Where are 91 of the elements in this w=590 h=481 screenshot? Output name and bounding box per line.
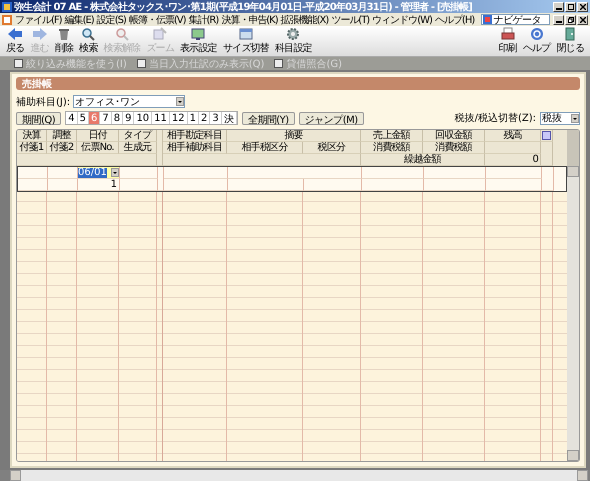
column-header: 決算	[17, 130, 47, 142]
month-tab[interactable]: 2	[199, 112, 210, 124]
column-header: 回収金額	[423, 130, 485, 142]
tax-mode-label: 税抜/税込切替(Z):	[454, 112, 536, 125]
table-cell	[164, 167, 228, 179]
month-tab[interactable]: 決	[222, 112, 237, 124]
gear-icon	[286, 27, 300, 41]
toolbar-button[interactable]: サイズ切替	[220, 27, 271, 55]
maximize-button[interactable]	[565, 2, 576, 12]
month-tab[interactable]: 4	[66, 112, 78, 124]
month-tab[interactable]: 9	[123, 112, 134, 124]
toolbar-button[interactable]: 閉じる	[554, 27, 586, 55]
display-icon	[191, 27, 206, 41]
column-header: 消費税額	[423, 142, 485, 154]
month-tab[interactable]: 11	[152, 112, 170, 124]
toolbar-button[interactable]: 削除	[52, 27, 76, 55]
menu-item[interactable]: 帳簿・伝票(V)	[128, 12, 186, 26]
table-cell	[485, 142, 541, 154]
menu-item[interactable]: 設定(S)	[96, 12, 126, 26]
sub-account-dropdown[interactable]: オフィス･ワン	[73, 95, 186, 108]
column-header: 伝票No.	[77, 142, 119, 154]
jump-button[interactable]: ジャンプ(M)	[298, 112, 364, 124]
zoom-icon	[153, 27, 168, 41]
maximize-icon	[568, 4, 574, 10]
close-button[interactable]	[577, 2, 588, 12]
menu-item[interactable]: 集計(R)	[188, 12, 218, 26]
window-icon	[238, 27, 253, 41]
navigator-button[interactable]: ナビゲータ	[480, 14, 550, 25]
period-button[interactable]: 期間(Q)	[16, 112, 62, 124]
checkbox-label: 絞り込み機能を使う(I)	[26, 58, 127, 70]
toolbar-button[interactable]: 印刷	[496, 27, 519, 55]
minimize-button[interactable]	[553, 14, 564, 24]
close-icon	[580, 4, 586, 10]
close-icon	[580, 16, 586, 22]
printer-icon	[500, 27, 515, 41]
memo-icon[interactable]	[542, 131, 551, 140]
column-header: 付箋1	[17, 142, 47, 154]
trash-icon	[57, 27, 72, 41]
navigator-icon	[482, 15, 492, 24]
menu-item[interactable]: ヘルプ(H)	[434, 12, 474, 26]
sub-account-label: 補助科目(J):	[16, 96, 70, 108]
toolbar-button[interactable]: 戻る	[4, 27, 26, 55]
column-header: 消費税額	[361, 142, 423, 154]
table-cell: 1	[110, 179, 117, 190]
month-tab[interactable]: 5	[78, 112, 89, 124]
column-header: 相手税区分	[227, 142, 303, 154]
table-cell	[486, 167, 542, 179]
window-title: 弥生会計 07 AE - 株式会社タックス･ワン･第1期(平成19年04月01日-平成20年03月31日) - 管理者 - [売掛帳]	[14, 0, 474, 14]
help-icon	[530, 27, 544, 41]
door-icon	[563, 27, 578, 41]
checkbox-label: 貸借照合(G)	[286, 58, 342, 70]
column-header: 生成元	[119, 142, 157, 154]
date-field[interactable]: 06/01	[78, 167, 119, 178]
toolbar-button[interactable]: 検索	[77, 27, 100, 55]
right-arrow-icon	[32, 27, 48, 41]
column-header: 売上金額	[361, 130, 423, 142]
restore-button[interactable]	[565, 14, 576, 24]
all-period-button[interactable]: 全期間(Y)	[242, 112, 295, 124]
table-cell	[362, 167, 424, 179]
restore-icon	[568, 16, 574, 22]
menu-item[interactable]: ファイル(F)	[15, 12, 62, 26]
column-header: 相手補助科目	[163, 142, 227, 154]
checkbox-label: 当日入力仕訳のみ表示(Q)	[148, 58, 264, 70]
app-icon	[2, 2, 12, 12]
column-header: 日付	[77, 130, 119, 142]
menu-item[interactable]: 拡張機能(X)	[280, 12, 328, 26]
toolbar-button[interactable]: 表示設定	[178, 27, 219, 55]
month-tab[interactable]: 10	[134, 112, 152, 124]
search-icon	[81, 27, 96, 41]
search-icon	[115, 27, 130, 41]
month-tab[interactable]: 12	[170, 112, 188, 124]
tax-mode-dropdown[interactable]: 税抜	[540, 112, 580, 124]
menu-item[interactable]: ウィンドウ(W)	[372, 12, 432, 26]
menu-item[interactable]: 決算・申告(K)	[221, 12, 278, 26]
menu-item[interactable]: ツール(T)	[331, 12, 370, 26]
table-cell	[424, 167, 486, 179]
month-tab[interactable]: 1	[188, 112, 200, 124]
menu-item[interactable]: 編集(E)	[64, 12, 94, 26]
table-cell	[18, 167, 48, 179]
month-tab[interactable]: 7	[100, 112, 112, 124]
minimize-button[interactable]	[553, 2, 564, 12]
close-button[interactable]	[577, 14, 588, 24]
toolbar-button[interactable]: ヘルプ	[520, 27, 552, 55]
panel-title: 売掛帳	[22, 78, 52, 90]
toolbar-button[interactable]: 科目設定	[272, 27, 314, 55]
column-header: 付箋2	[47, 142, 77, 154]
month-tab[interactable]: 3	[210, 112, 222, 124]
left-arrow-icon	[7, 27, 24, 41]
document-icon	[2, 14, 12, 24]
month-tab[interactable]: 8	[112, 112, 124, 124]
column-header: 税区分	[303, 142, 361, 154]
